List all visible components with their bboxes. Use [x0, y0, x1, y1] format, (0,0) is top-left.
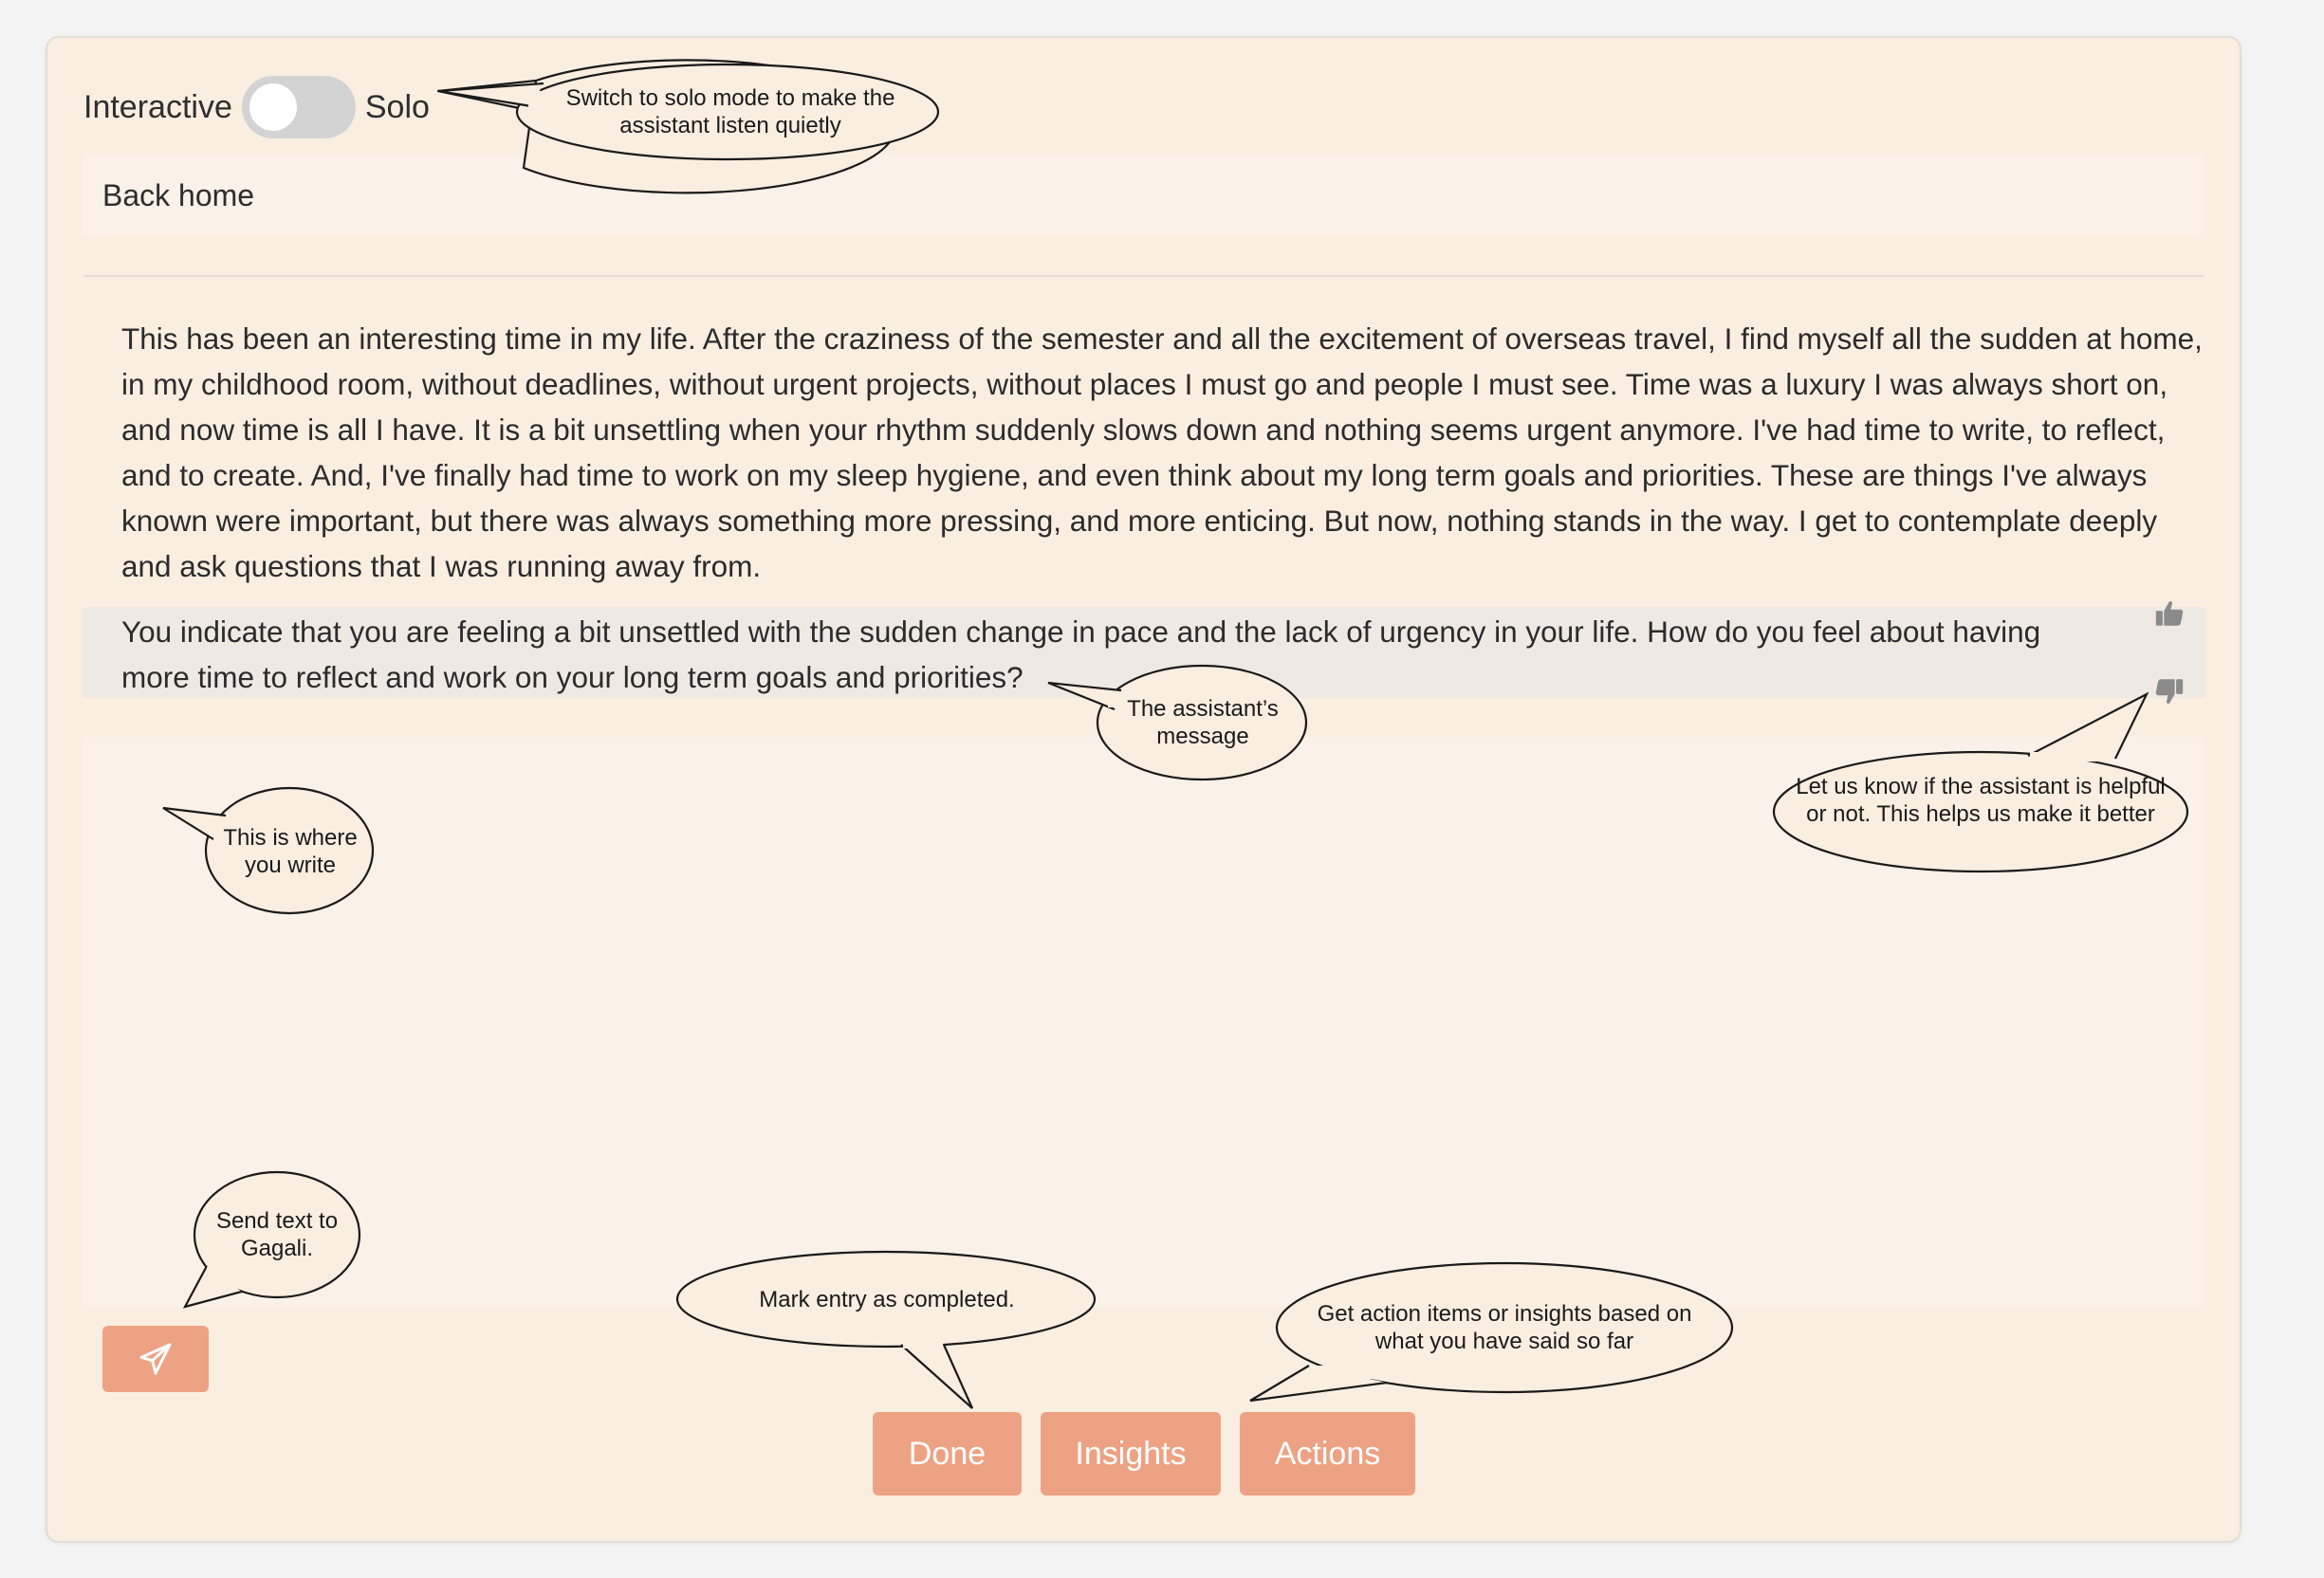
thumbs-down-icon[interactable]	[2153, 675, 2186, 707]
divider	[83, 275, 2204, 277]
interactive-mode-label: Interactive	[83, 88, 232, 125]
toggle-knob	[249, 83, 297, 131]
callout-write-here: This is where you write	[223, 825, 358, 878]
callout-insights-actions: Get action items or insights based on wh…	[1317, 1301, 1692, 1354]
assistant-message: You indicate that you are feeling a bit …	[83, 607, 2204, 698]
paper-plane-icon	[139, 1343, 172, 1375]
callout-send-text: Send text to Gagali.	[215, 1208, 339, 1261]
done-button[interactable]: Done	[873, 1412, 1022, 1495]
solo-mode-label: Solo	[364, 88, 430, 125]
send-button[interactable]	[102, 1326, 209, 1392]
entry-title-field[interactable]: Back home	[83, 155, 2204, 236]
assistant-message-text: You indicate that you are feeling a bit …	[121, 615, 2041, 694]
insights-button[interactable]: Insights	[1041, 1412, 1221, 1495]
mode-switch-row: Interactive Solo	[83, 74, 430, 140]
callout-solo-mode: Switch to solo mode to make the assistan…	[565, 85, 895, 138]
actions-button[interactable]: Actions	[1240, 1412, 1415, 1495]
journal-entry-text: This has been an interesting time in my …	[121, 321, 2203, 583]
callout-feedback: Let us know if the assistant is helpful …	[1796, 774, 2166, 827]
thumbs-up-icon[interactable]	[2153, 597, 2186, 630]
callout-mark-done: Mark entry as completed.	[759, 1286, 1015, 1312]
callout-assistant-message: The assistant’s message	[1127, 696, 1279, 749]
mode-toggle[interactable]	[241, 76, 356, 138]
